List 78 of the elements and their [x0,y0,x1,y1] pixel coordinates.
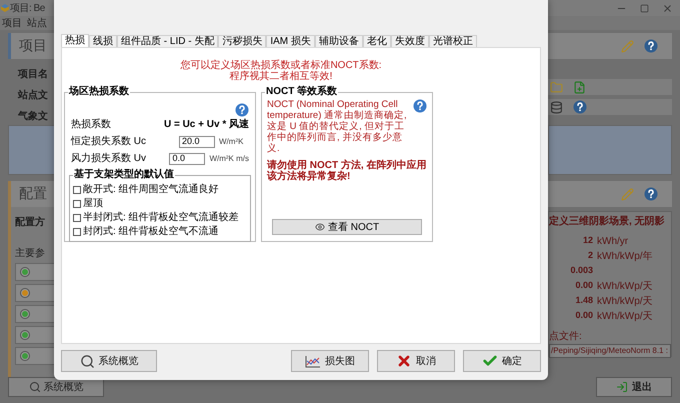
maximize-icon[interactable] [640,4,649,12]
panel-title: 项目 [19,38,47,56]
checkbox[interactable] [73,214,81,222]
file-label: 点文件: [549,330,583,344]
menu-item[interactable]: 项目 [2,16,22,30]
eye-icon [314,222,325,232]
result-value: 2 [586,249,593,262]
field-label: 风力损失系数 Uv [71,152,147,166]
tab[interactable]: 老化 [362,35,391,47]
result-value: 1.48 [574,294,593,308]
description-text: NOCT (Nominal Operating Cell temperature) 通常由制造商确定, 这是 U 值的替代定义, 但对于工作中的阵列而言, 并没有多少意义. [267,99,408,154]
group-title: 基于支架类型的默认值 [73,169,175,181]
exit-button[interactable]: 退出 [596,377,672,397]
field-label: 热损系数 [71,118,111,132]
file-path-field[interactable]: /Peping/Sijiqing/MeteoNorm 8.1 : [549,344,671,358]
field-label: 项目名 [18,68,49,82]
checkbox-label: 半封闭式: 组件背板处空气流通较差 [83,211,239,224]
result-unit: kWh/yr [597,234,628,248]
result-value: 0.003 [569,264,593,278]
group-title: 场区热损系数 [68,86,130,98]
result-value: 0.00 [574,309,593,322]
checkbox[interactable] [73,228,81,236]
checkbox-label: 敞开式: 组件周围空气流通良好 [83,183,219,196]
notice-text: 您可以定义场区热损系数或者标准NOCT系数: [180,60,382,71]
app-logo-icon [1,4,9,12]
ok-button[interactable]: 确定 [463,350,541,372]
tab[interactable]: 线损 [89,35,117,47]
chart-button[interactable]: 损失图 [291,350,369,372]
tab[interactable]: 污秽损失 [218,35,266,47]
tab[interactable]: 辅助设备 [314,35,363,47]
overview-button[interactable]: 系统概览 [8,377,104,397]
warning-text: 请勿使用 NOCT 方法, 在阵列中应用该方法将异常复杂! [267,160,427,182]
input-field[interactable]: 20.0 [179,136,215,148]
result-value: 12 [582,234,593,248]
unit-label: W/m²K [219,136,244,148]
result-unit: kWh/kWp/天 [597,280,653,294]
input-field[interactable]: 0.0 [169,152,206,164]
panel-title: 配置 [19,186,47,204]
exit-icon [616,381,628,393]
checkbox[interactable] [73,200,81,208]
help-icon[interactable] [644,187,658,201]
result-unit: kWh/kWp/天 [597,310,653,324]
tab[interactable]: 组件品质 - LID - 失配 [117,35,218,47]
status-text: 定义三维阴影场景, 无阴影 [549,216,666,228]
formula-text: U = Uc + Uv * 风速 [164,118,249,132]
field-label: 站点文 [18,88,49,103]
view-noct-button[interactable]: 查看 NOCT [272,219,422,235]
help-icon[interactable] [573,100,587,114]
tab[interactable]: 热损 [61,34,89,47]
tab[interactable]: 失效度 [390,35,429,47]
tab[interactable]: IAM 损失 [266,35,315,47]
group-title: NOCT 等效系数 [265,86,338,98]
close-icon [396,353,412,369]
field-label: 配置方 [15,215,46,230]
unit-label: W/m²K m/s [209,152,249,164]
search-icon [80,354,94,368]
result-value: 0.00 [574,279,593,292]
tab[interactable]: 光谱校正 [428,35,477,47]
notice-text: 程序视其二者相互等效! [230,71,332,82]
help-icon[interactable] [644,39,658,53]
chart-icon [305,354,321,368]
cancel-button[interactable]: 取消 [377,350,455,372]
help-icon[interactable] [235,103,249,117]
checkbox-label: 封闭式: 组件背板处空气不流通 [83,225,219,238]
menu-item[interactable]: 站点 [27,16,47,30]
help-icon[interactable] [413,99,427,113]
group-title: 主要参 [15,246,46,261]
result-unit: kWh/kWp/年 [597,250,653,264]
field-label: 气象文 [18,110,49,124]
database-icon[interactable] [550,100,563,114]
checkbox[interactable] [73,186,81,194]
window-title: 项目: Be [10,2,45,16]
search-icon [28,381,40,393]
result-unit: kWh/kWp/天 [597,294,653,308]
checkbox-label: 屋顶 [83,197,103,210]
overview-button[interactable]: 系统概览 [61,350,157,372]
field-label: 恒定损失系数 Uc [71,134,147,149]
close-icon[interactable] [662,2,673,14]
